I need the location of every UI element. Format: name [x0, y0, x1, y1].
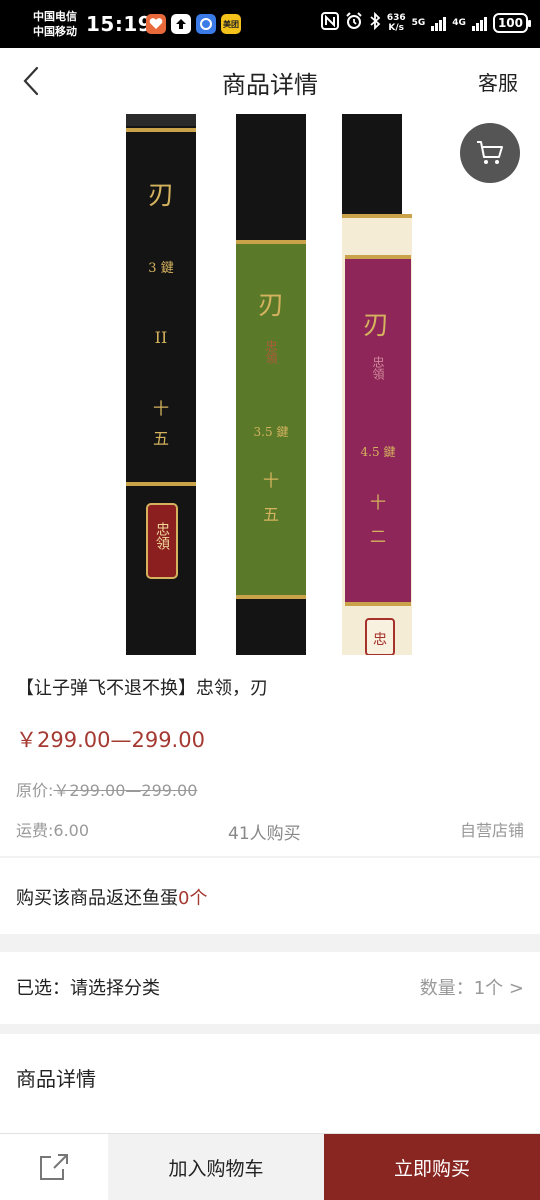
- rebate-count: 0个: [178, 888, 208, 909]
- rod-3-spec-label: 4.5 鍵: [361, 444, 396, 459]
- original-price-label: 原价:: [16, 781, 54, 800]
- share-button[interactable]: [0, 1134, 108, 1200]
- product-meta-row: 运费:6.00 41人购买 自营店铺: [16, 817, 524, 844]
- rod-2: 刃 忠領 3.5 鍵 十 五: [236, 114, 306, 655]
- pinduoduo-icon: [146, 14, 166, 34]
- rod-1-num-2: 五: [153, 429, 169, 448]
- product-image[interactable]: 刃 3 鍵 II 十 五 忠領 刃 忠領 3.5 鍵 十 五 刃 忠領 4.5 …: [0, 114, 540, 655]
- net-gen-4g: 4G: [452, 17, 466, 28]
- bottom-action-bar: 加入购物车 立即购买: [0, 1133, 540, 1200]
- buyer-count: 41人购买: [228, 824, 301, 844]
- battery-icon: 100: [492, 12, 532, 33]
- rebate-text: 购买该商品返还鱼蛋: [16, 888, 178, 909]
- section-gap: [0, 934, 540, 952]
- rod-1: 刃 3 鍵 II 十 五 忠領: [126, 114, 196, 655]
- system-icons: 636 K/s 5G 4G 100: [320, 11, 532, 33]
- rod-2-brand-label: 刃: [258, 291, 284, 321]
- buy-now-button[interactable]: 立即购买: [324, 1134, 540, 1200]
- details-section-title: 商品详情: [16, 1067, 96, 1091]
- rod-3-num-1: 十: [370, 493, 386, 512]
- quantity-label: 数量：1个 >: [419, 978, 524, 999]
- rod-1-brand-label: 刃: [148, 181, 174, 211]
- rod-3-num-2: 二: [370, 527, 386, 546]
- rod-3-brand-label: 刃: [363, 311, 389, 341]
- cart-button[interactable]: [460, 123, 520, 183]
- selected-spec-label: 已选：请选择分类: [16, 978, 160, 999]
- rod-1-num-1: 十: [153, 399, 169, 418]
- rod-3-bottom-seal: 忠: [373, 632, 387, 648]
- product-price: ￥299.00—299.00: [16, 728, 205, 752]
- store-type-badge: 自营店铺: [459, 821, 524, 840]
- upload-icon: [171, 14, 191, 34]
- page-header: 商品详情 客服: [0, 48, 540, 114]
- page-title: 商品详情: [222, 71, 318, 99]
- add-to-cart-button[interactable]: 加入购物车: [108, 1134, 324, 1200]
- status-bar: 中国电信 中国移动 15:19 美团 636 K/s 5G 4G 100: [0, 0, 540, 48]
- status-time: 15:19: [86, 12, 153, 36]
- rod-2-spec-label: 3.5 鍵: [254, 424, 289, 439]
- rebate-info: 购买该商品返还鱼蛋0个: [16, 884, 207, 910]
- notification-icons: 美团: [146, 14, 241, 34]
- browser-icon: [196, 14, 216, 34]
- net-speed-unit: K/s: [388, 22, 405, 33]
- nfc-icon: [320, 12, 339, 33]
- spec-selector[interactable]: 已选：请选择分类 数量：1个 >: [0, 952, 540, 1024]
- rod-3: 刃 忠領 4.5 鍵 十 二 忠: [342, 114, 412, 655]
- share-icon: [40, 1154, 68, 1180]
- carrier-labels: 中国电信 中国移动: [33, 9, 77, 39]
- meituan-icon: 美团: [221, 14, 241, 34]
- rod-3-seal: 忠領: [371, 356, 385, 381]
- rod-1-grade-label: II: [155, 328, 168, 347]
- fishing-rods-illustration: 刃 3 鍵 II 十 五 忠領 刃 忠領 3.5 鍵 十 五 刃 忠領 4.5 …: [0, 114, 540, 655]
- original-price: 原价:￥299.00—299.00: [16, 777, 197, 801]
- shipping-fee: 运费:6.00: [16, 821, 90, 840]
- shopping-cart-icon: [477, 141, 503, 164]
- customer-service-button[interactable]: 客服: [478, 67, 518, 96]
- alarm-icon: [345, 12, 363, 33]
- original-price-value: ￥299.00—299.00: [53, 781, 198, 800]
- divider: [0, 856, 540, 858]
- bluetooth-icon: [369, 11, 381, 33]
- rod-2-num-2: 五: [263, 505, 279, 524]
- rod-1-seal: 忠領: [154, 522, 170, 550]
- signal-icon: [431, 15, 447, 31]
- network-speed: 636 K/s: [387, 13, 406, 33]
- carrier-1: 中国电信: [33, 10, 77, 23]
- carrier-2: 中国移动: [33, 25, 77, 38]
- rod-2-seal: 忠領: [264, 340, 278, 365]
- section-gap: [0, 1024, 540, 1034]
- rod-1-spec-label: 3 鍵: [148, 260, 173, 276]
- signal-icon-2: [471, 15, 487, 31]
- product-name: 【让子弹飞不退不换】忠领，刃: [16, 678, 268, 699]
- net-speed-value: 636: [386, 12, 406, 23]
- rod-2-num-1: 十: [263, 471, 279, 490]
- net-gen-5g: 5G: [411, 17, 426, 28]
